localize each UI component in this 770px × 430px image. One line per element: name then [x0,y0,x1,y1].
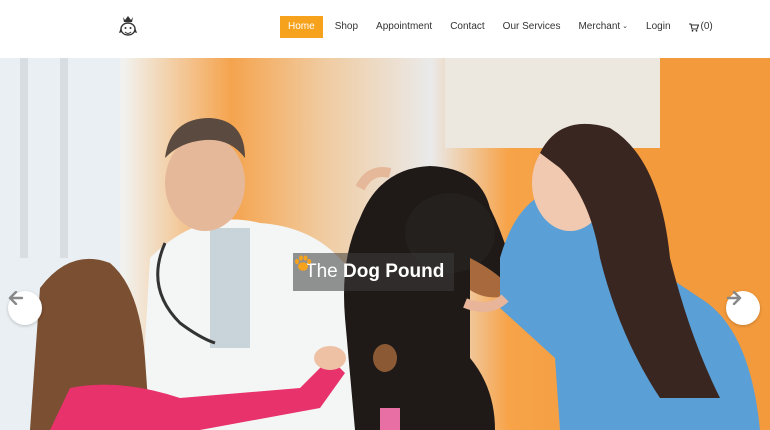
nav-contact[interactable]: Contact [444,16,490,38]
hero-banner: The Dog Pound [0,58,770,430]
nav-contact-label: Contact [450,21,485,32]
carousel-prev-button[interactable] [8,291,42,325]
hero-image [0,58,770,430]
arrow-left-icon [8,291,24,305]
nav-shop[interactable]: Shop [329,16,364,38]
paw-icon [295,255,312,271]
site-header: Home Shop Appointment Contact Our Servic… [0,0,770,58]
nav-login[interactable]: Login [640,16,676,38]
brand-title: The Dog Pound [305,261,444,283]
cart-icon [688,22,699,32]
nav-appointment-label: Appointment [376,21,433,32]
chevron-down-icon: ⌄ [622,23,629,30]
site-logo[interactable] [118,14,138,40]
nav-merchant-label: Merchant [578,21,621,32]
nav-login-label: Login [646,21,671,32]
carousel-next-button[interactable] [726,291,760,325]
brand-name: Dog Pound [343,261,445,282]
arrow-right-icon [726,291,742,305]
main-nav: Home Shop Appointment Contact Our Servic… [280,16,725,38]
nav-merchant[interactable]: Merchant ⌄ [572,16,634,38]
nav-our-services[interactable]: Our Services [497,16,567,38]
nav-appointment[interactable]: Appointment [370,16,438,38]
nav-our-services-label: Our Services [502,21,561,32]
nav-home-label: Home [288,21,315,32]
nav-home[interactable]: Home [280,16,323,38]
nav-shop-label: Shop [334,21,359,32]
nav-cart[interactable]: (0) [683,16,719,38]
brand-overlay: The Dog Pound [293,253,455,291]
cart-count: (0) [700,21,713,32]
crowned-dog-logo [119,16,137,36]
